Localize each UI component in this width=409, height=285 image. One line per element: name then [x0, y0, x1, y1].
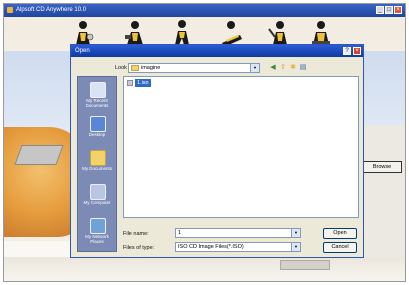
app-window: Alpsoft CD Anywhere 10.0 _ □ × Browse Op…	[3, 3, 406, 282]
file-list[interactable]: 1.iso	[123, 76, 359, 218]
place-network[interactable]: My Network Places	[78, 215, 116, 248]
maximize-button[interactable]: □	[385, 6, 393, 14]
person-drive-icon[interactable]	[218, 19, 244, 47]
new-folder-icon[interactable]: ✱	[289, 63, 297, 72]
cancel-button[interactable]: Cancel	[323, 242, 357, 253]
file-name-value: 1	[178, 230, 182, 236]
dialog-title: Open	[75, 48, 90, 54]
file-name-label: File name:	[123, 231, 149, 237]
dialog-close-button[interactable]: ×	[353, 47, 361, 55]
view-menu-icon[interactable]: ▤	[299, 63, 307, 72]
help-button[interactable]: ?	[343, 47, 351, 55]
app-logo-icon	[7, 7, 13, 13]
close-button[interactable]: ×	[394, 6, 402, 14]
chevron-down-icon[interactable]: ▼	[291, 243, 300, 251]
iso-file-icon	[127, 80, 133, 86]
app-title: Alpsoft CD Anywhere 10.0	[16, 7, 87, 13]
desktop-icon	[90, 116, 106, 132]
person-walking-icon[interactable]	[170, 19, 196, 47]
file-type-value: ISO CD Image Files(*.ISO)	[178, 244, 244, 250]
look-in-select[interactable]: imagine ▼	[128, 63, 260, 73]
look-in-value: imagine	[141, 65, 161, 71]
chevron-down-icon[interactable]: ▼	[250, 64, 259, 72]
folder-icon	[131, 65, 139, 71]
chevron-down-icon[interactable]: ▼	[291, 229, 300, 237]
back-icon[interactable]: ◀	[269, 63, 277, 72]
person-wrench-icon[interactable]	[266, 19, 292, 47]
place-my-documents[interactable]: My Documents	[78, 147, 116, 180]
file-name-input[interactable]: 1 ▼	[175, 228, 301, 238]
app-titlebar: Alpsoft CD Anywhere 10.0 _ □ ×	[4, 4, 405, 17]
file-name-text: 1.iso	[135, 79, 151, 87]
person-tools-icon[interactable]	[122, 19, 148, 47]
my-documents-icon	[90, 150, 106, 166]
person-sitting-icon[interactable]	[308, 19, 334, 47]
browse-button[interactable]: Browse	[362, 161, 402, 173]
up-folder-icon[interactable]: ⇧	[279, 63, 287, 72]
bottom-bar	[4, 257, 405, 281]
dialog-titlebar: Open ? ×	[71, 45, 363, 57]
places-bar: My Recent Documents Desktop My Documents…	[77, 76, 117, 252]
open-button[interactable]: Open	[323, 228, 357, 239]
recent-documents-icon	[90, 82, 106, 98]
person-disc-icon[interactable]	[70, 19, 96, 47]
bottom-control[interactable]	[280, 260, 330, 270]
my-computer-icon	[90, 184, 106, 200]
file-type-select[interactable]: ISO CD Image Files(*.ISO) ▼	[175, 242, 301, 252]
place-recent-documents[interactable]: My Recent Documents	[78, 79, 116, 112]
minimize-button[interactable]: _	[376, 6, 384, 14]
place-desktop[interactable]: Desktop	[78, 113, 116, 146]
file-type-label: Files of type:	[123, 245, 155, 251]
network-places-icon	[90, 218, 106, 234]
open-dialog: Open ? × Look in: imagine ▼ ◀ ⇧ ✱ ▤ My R…	[70, 44, 364, 258]
place-my-computer[interactable]: My Computer	[78, 181, 116, 214]
laptop-illustration	[14, 145, 64, 165]
